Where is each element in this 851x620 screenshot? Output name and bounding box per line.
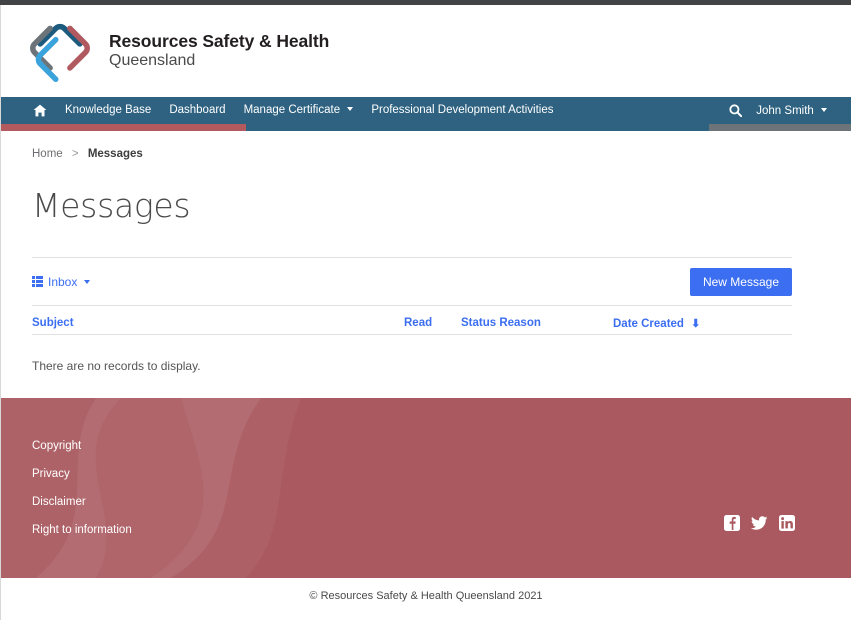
footer-link-disclaimer[interactable]: Disclaimer bbox=[32, 496, 132, 508]
breadcrumb-link-home[interactable]: Home bbox=[32, 148, 63, 160]
page-title: Messages bbox=[32, 186, 191, 225]
column-header-date-created[interactable]: Date Created ⬇ bbox=[613, 317, 700, 330]
nav-item-label: Professional Development Activities bbox=[371, 104, 554, 116]
footer-link-right-to-information[interactable]: Right to information bbox=[32, 524, 132, 536]
chevron-down-icon bbox=[84, 279, 91, 284]
column-header-label: Subject bbox=[32, 317, 74, 329]
copyright-bar: © Resources Safety & Health Queensland 2… bbox=[1, 578, 851, 620]
nav-item-label: Knowledge Base bbox=[65, 104, 152, 116]
nav-right-group: John Smith bbox=[719, 104, 837, 117]
linkedin-icon[interactable] bbox=[779, 515, 795, 536]
nav-item-knowledge-base[interactable]: Knowledge Base bbox=[56, 97, 160, 124]
search-icon[interactable] bbox=[719, 104, 752, 117]
facebook-icon[interactable] bbox=[724, 515, 740, 536]
empty-state-message: There are no records to display. bbox=[32, 359, 201, 373]
nav-item-label: Dashboard bbox=[169, 104, 226, 116]
column-header-read[interactable]: Read bbox=[404, 317, 461, 329]
rshq-diamond-logo[interactable] bbox=[27, 18, 93, 84]
twitter-icon[interactable] bbox=[750, 515, 768, 536]
accent-bar-gray-segment bbox=[709, 124, 851, 131]
view-selector-inbox[interactable]: Inbox bbox=[32, 274, 91, 289]
chevron-down-icon bbox=[347, 107, 354, 111]
column-header-label: Read bbox=[404, 317, 433, 329]
site-footer: Copyright Privacy Disclaimer Right to in… bbox=[1, 398, 851, 578]
footer-link-copyright[interactable]: Copyright bbox=[32, 440, 132, 452]
footer-social-links bbox=[724, 515, 795, 536]
user-menu[interactable]: John Smith bbox=[752, 105, 837, 117]
messages-panel: Inbox New Message Subject Read Status Re… bbox=[32, 257, 820, 373]
brand-name-primary: Resources Safety & Health bbox=[109, 30, 330, 51]
table-header-divider bbox=[32, 334, 792, 335]
nav-item-label: Manage Certificate bbox=[243, 104, 341, 116]
breadcrumb: Home > Messages bbox=[32, 148, 820, 160]
new-message-button[interactable]: New Message bbox=[689, 267, 792, 296]
main-content: Home > Messages Messages Inbox New Messa… bbox=[1, 131, 851, 373]
page-root: Resources Safety & Health Queensland Kno… bbox=[0, 0, 851, 620]
messages-table-header: Subject Read Status Reason Date Created … bbox=[32, 306, 792, 334]
messages-toolbar: Inbox New Message bbox=[32, 258, 792, 305]
main-navigation: Knowledge Base Dashboard Manage Certific… bbox=[1, 97, 851, 124]
arrow-down-icon: ⬇ bbox=[691, 317, 701, 330]
breadcrumb-separator: > bbox=[71, 148, 79, 160]
accent-bar bbox=[1, 124, 851, 131]
site-header: Resources Safety & Health Queensland bbox=[1, 5, 851, 96]
column-header-label: Status Reason bbox=[461, 317, 541, 329]
column-header-label: Date Created bbox=[613, 317, 684, 330]
nav-item-dashboard[interactable]: Dashboard bbox=[160, 97, 234, 124]
copyright-text: © Resources Safety & Health Queensland 2… bbox=[309, 590, 543, 602]
footer-link-privacy[interactable]: Privacy bbox=[32, 468, 132, 480]
chevron-down-icon bbox=[821, 107, 827, 112]
accent-bar-red-segment bbox=[1, 124, 246, 131]
nav-item-professional-development-activities[interactable]: Professional Development Activities bbox=[362, 97, 562, 124]
brand-name-secondary: Queensland bbox=[109, 51, 196, 69]
user-menu-label: John Smith bbox=[756, 104, 814, 117]
nav-item-manage-certificate[interactable]: Manage Certificate bbox=[235, 97, 363, 124]
column-header-status-reason[interactable]: Status Reason bbox=[461, 317, 613, 329]
view-selector-label: Inbox bbox=[48, 274, 78, 289]
accent-bar-blue-segment bbox=[246, 124, 709, 131]
column-header-subject[interactable]: Subject bbox=[32, 317, 404, 329]
nav-left-group: Knowledge Base Dashboard Manage Certific… bbox=[33, 97, 562, 124]
brand-text: Resources Safety & Health Queensland bbox=[109, 31, 329, 71]
footer-links: Copyright Privacy Disclaimer Right to in… bbox=[32, 440, 132, 552]
list-view-icon bbox=[32, 276, 43, 287]
home-icon[interactable] bbox=[33, 104, 56, 117]
breadcrumb-current: Messages bbox=[87, 148, 143, 160]
